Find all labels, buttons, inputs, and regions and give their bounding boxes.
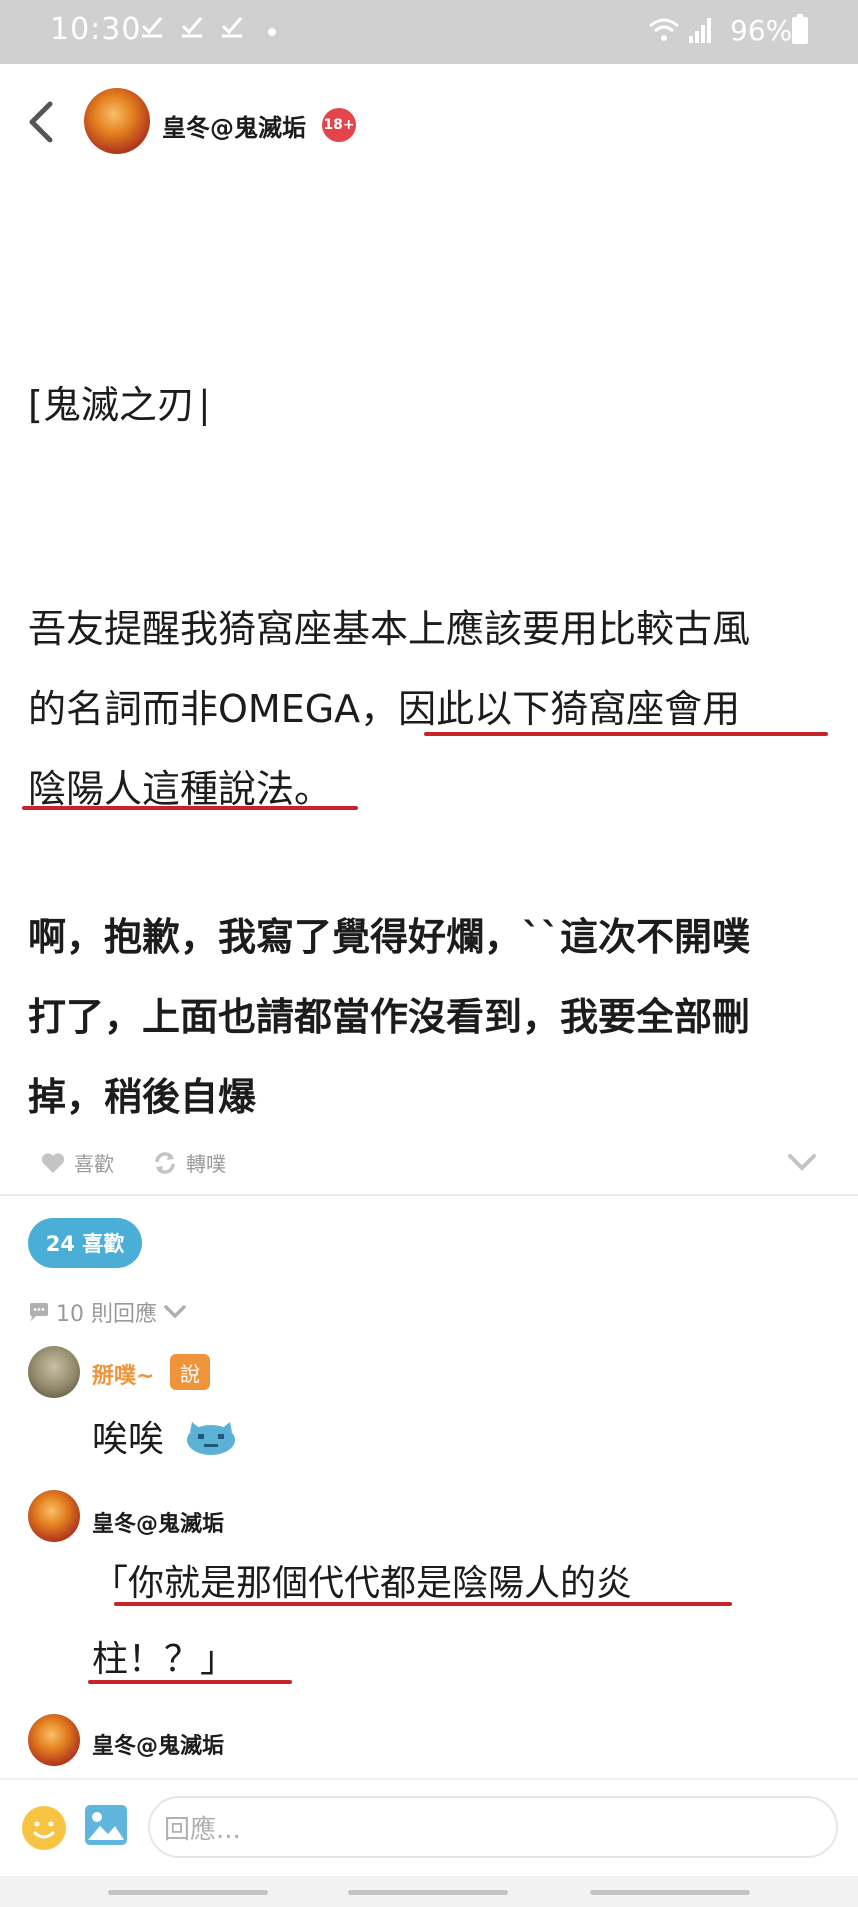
check-icon [141,17,163,38]
post-line: [鬼滅之刃∣ [28,383,214,427]
post-line: 啊，抱歉，我寫了覺得好爛，``這次不開噗 [28,915,751,959]
avatar[interactable] [28,1346,80,1398]
comment-text: 唉唉 [92,1419,165,1460]
heart-icon [41,1152,65,1173]
underline-mark [88,1680,292,1684]
like-label: 喜歡 [74,1152,114,1176]
emoji-button[interactable] [22,1806,66,1850]
post-line: 吾友提醒我猗窩座基本上應該要用比較古風 [28,607,751,651]
author-name[interactable]: 皇冬@鬼滅垢 [162,108,306,143]
comment-text: 柱！？」 [92,1639,237,1680]
reply-count-label: 10 則回應 [56,1302,157,1327]
chevron-down-icon[interactable] [786,1150,818,1174]
post-line: 打了，上面也請都當作沒看到，我要全部刪 [28,995,751,1039]
comment-text: 「你就是那個代代都是陰陽人的炎 [92,1563,633,1604]
battery-icon [792,14,808,44]
underline-mark [22,806,358,810]
replurk-button[interactable]: 轉噗 [152,1148,226,1177]
comment-author[interactable]: 皇冬@鬼滅垢 [92,1506,224,1538]
image-icon[interactable] [84,1804,128,1846]
blue-creature-emoji-icon [187,1422,235,1455]
wifi-icon [649,18,679,41]
divider [0,1194,858,1196]
avatar[interactable] [84,88,150,154]
underline-mark [114,1602,732,1606]
say-badge: 說 [170,1354,210,1390]
reply-input[interactable]: 回應... [148,1796,838,1858]
post-line: 的名詞而非OMEGA，因此以下猗窩座會用 [28,687,741,731]
likes-count-button[interactable]: 24 喜歡 [28,1218,142,1268]
check-icon [181,17,203,38]
nav-recent-button[interactable] [108,1890,268,1895]
battery-percent: 96% [730,14,793,47]
like-button[interactable]: 喜歡 [40,1148,114,1177]
nav-back-button[interactable] [590,1890,750,1895]
status-time: 10:30 [50,12,142,47]
underline-mark [424,732,828,736]
avatar[interactable] [28,1490,80,1542]
signal-icon [689,18,711,43]
reply-count[interactable]: 10 則回應 [28,1296,187,1328]
dot-icon [268,28,276,36]
chevron-down-icon [164,1305,186,1319]
smiley-icon [33,1821,55,1839]
back-button[interactable] [22,98,62,146]
comment-icon [30,1303,48,1321]
replurk-icon [155,1151,175,1174]
age-badge: 18+ [322,108,356,142]
nav-home-button[interactable] [348,1890,508,1895]
replurk-label: 轉噗 [186,1152,226,1176]
post-line: 掉，稍後自爆 [28,1075,257,1119]
comment-author[interactable]: 皇冬@鬼滅垢 [92,1728,224,1760]
avatar[interactable] [28,1714,80,1766]
comment-author[interactable]: 掰噗~ [92,1358,154,1390]
check-icon [221,17,243,38]
